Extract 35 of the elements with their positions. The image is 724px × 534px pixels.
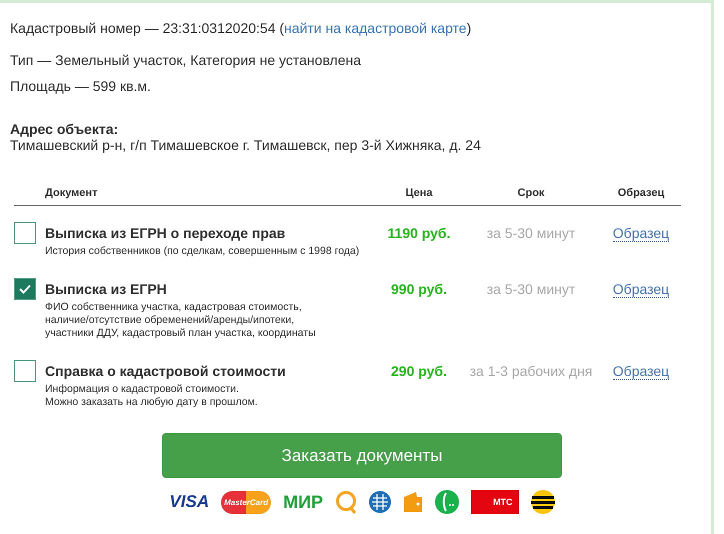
mir-logo: МИР [283,492,324,512]
price: 1190 руб. [388,225,450,241]
parenthesis: ( [279,19,284,37]
sample-link[interactable]: Образец [612,281,670,298]
document-description: ФИО собственника участка, кадастровая стоимость, [45,301,303,314]
document-title: Справка о кадастровой стоимости [45,363,287,379]
document-description: Информация о кадастровой стоимости. [45,383,240,396]
document-description: Можно заказать на любую дату в прошлом. [45,396,259,409]
delivery-term: за 5-30 минут [486,225,576,241]
document-description: История собственников (по сделкам, совершенным с 1998 года) [45,245,360,258]
cadastral-map-link[interactable]: найти на кадастровой карте [284,19,467,37]
document-title: Выписка из ЕГРН о переходе прав [45,225,286,241]
column-header: Срок [518,187,544,199]
column-header: Цена [405,187,433,199]
delivery-term: за 1-3 рабочих дня [470,363,592,379]
mts-logo: МТС [471,490,519,514]
document-description: участники ДДУ, кадастровый план участка, координаты [45,327,317,340]
price: 290 руб. [391,363,447,379]
price: 990 руб. [391,281,447,297]
cadastral-number: Кадастровый номер — 23:31:0312020:54 [10,19,276,37]
mastercard-logo: MasterCard [221,490,272,514]
address-label: Адрес объекта: [10,121,120,137]
document-description: наличие/отсутствие обременений/аренды/ипотеки, [45,314,296,327]
parenthesis: ) [466,19,472,37]
area-text: Площадь — 599 кв.м. [10,77,151,95]
sample-link[interactable]: Образец [612,363,670,380]
document-title: Выписка из ЕГРН [45,281,168,297]
type-text: Тип — Земельный участок, Категория не установлена [10,51,362,69]
order-button[interactable]: Заказать документы [162,433,562,478]
visa-logo: VISA [169,492,210,512]
sample-link[interactable]: Образец [612,225,670,242]
delivery-term: за 5-30 минут [486,281,576,297]
column-header: Документ [45,187,98,199]
column-header: Образец [618,187,664,199]
address-text: Тимашевский р-н, г/п Тимашевское г. Тимашевск, пер 3-й Хижняка, д. 24 [10,137,482,153]
